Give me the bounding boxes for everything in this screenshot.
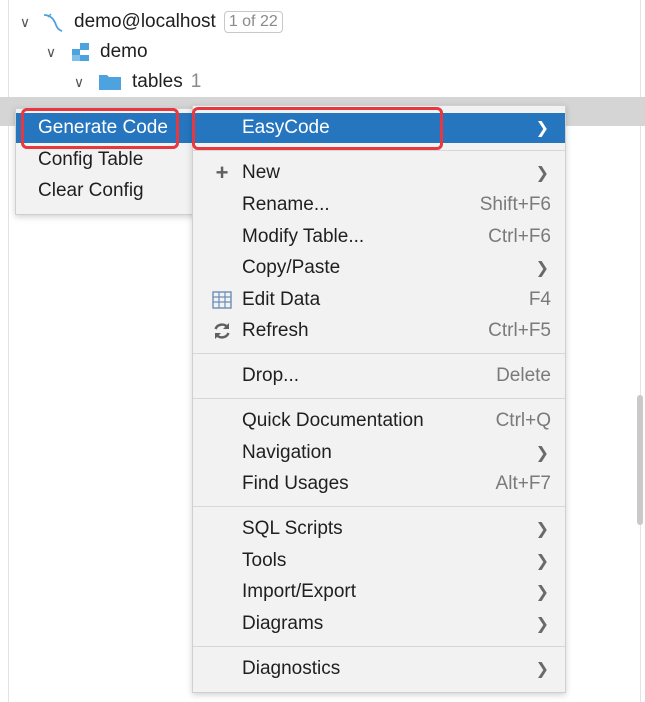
tree-row-tables[interactable]: ∨ tables 1 [70, 67, 201, 97]
chevron-right-icon: ❯ [535, 553, 549, 570]
tree-row-connection[interactable]: ∨ demo@localhost 1 of 22 [16, 7, 283, 37]
menu-item-diagnostics[interactable]: Diagnostics ❯ [193, 654, 565, 684]
scrollbar-thumb[interactable] [637, 395, 643, 525]
menu-item-drop[interactable]: Drop... Delete [193, 361, 565, 391]
menu-item-find-usages[interactable]: Find Usages Alt+F7 [193, 469, 565, 499]
refresh-icon [211, 320, 233, 342]
menu-separator [193, 646, 565, 647]
menu-item-config-table[interactable]: Config Table [16, 145, 199, 175]
menu-separator [193, 398, 565, 399]
chevron-down-icon[interactable]: ∨ [70, 74, 88, 91]
annotation-box-generate-code [21, 108, 179, 149]
chevron-right-icon: ❯ [535, 260, 549, 277]
schema-label: demo [100, 41, 148, 62]
context-menu: EasyCode ❯ + New ❯ Rename... Shift+F6 Mo… [192, 105, 566, 693]
chevron-right-icon: ❯ [535, 445, 549, 462]
menu-item-refresh[interactable]: Refresh Ctrl+F5 [193, 316, 565, 346]
chevron-down-icon[interactable]: ∨ [42, 44, 60, 61]
menu-separator [193, 353, 565, 354]
menu-item-diagrams[interactable]: Diagrams ❯ [193, 609, 565, 639]
chevron-right-icon: ❯ [535, 165, 549, 182]
tables-label: tables [132, 71, 183, 92]
schema-icon [70, 41, 92, 63]
menu-item-edit-data[interactable]: Edit Data F4 [193, 285, 565, 315]
connection-badge: 1 of 22 [223, 11, 283, 33]
folder-icon [98, 72, 122, 92]
chevron-right-icon: ❯ [535, 661, 549, 678]
tree-row-schema[interactable]: ∨ demo [42, 37, 148, 67]
chevron-right-icon: ❯ [535, 521, 549, 538]
connection-label: demo@localhost [74, 11, 216, 32]
menu-item-copy-paste[interactable]: Copy/Paste ❯ [193, 253, 565, 283]
annotation-box-easycode [192, 107, 443, 150]
menu-separator [193, 150, 565, 151]
chevron-right-icon: ❯ [535, 120, 549, 137]
menu-item-new[interactable]: + New ❯ [193, 158, 565, 188]
table-grid-icon [211, 289, 233, 311]
menu-item-sql-scripts[interactable]: SQL Scripts ❯ [193, 514, 565, 544]
chevron-right-icon: ❯ [535, 584, 549, 601]
chevron-down-icon[interactable]: ∨ [16, 14, 34, 31]
mysql-dolphin-icon [42, 11, 64, 33]
chevron-right-icon: ❯ [535, 616, 549, 633]
menu-item-navigation[interactable]: Navigation ❯ [193, 438, 565, 468]
menu-item-clear-config[interactable]: Clear Config [16, 176, 199, 206]
menu-item-rename[interactable]: Rename... Shift+F6 [193, 190, 565, 220]
menu-separator [193, 506, 565, 507]
menu-item-import-export[interactable]: Import/Export ❯ [193, 577, 565, 607]
tables-count: 1 [190, 71, 202, 92]
plus-icon: + [215, 160, 229, 185]
menu-item-tools[interactable]: Tools ❯ [193, 546, 565, 576]
menu-item-quick-documentation[interactable]: Quick Documentation Ctrl+Q [193, 406, 565, 436]
menu-item-modify-table[interactable]: Modify Table... Ctrl+F6 [193, 222, 565, 252]
